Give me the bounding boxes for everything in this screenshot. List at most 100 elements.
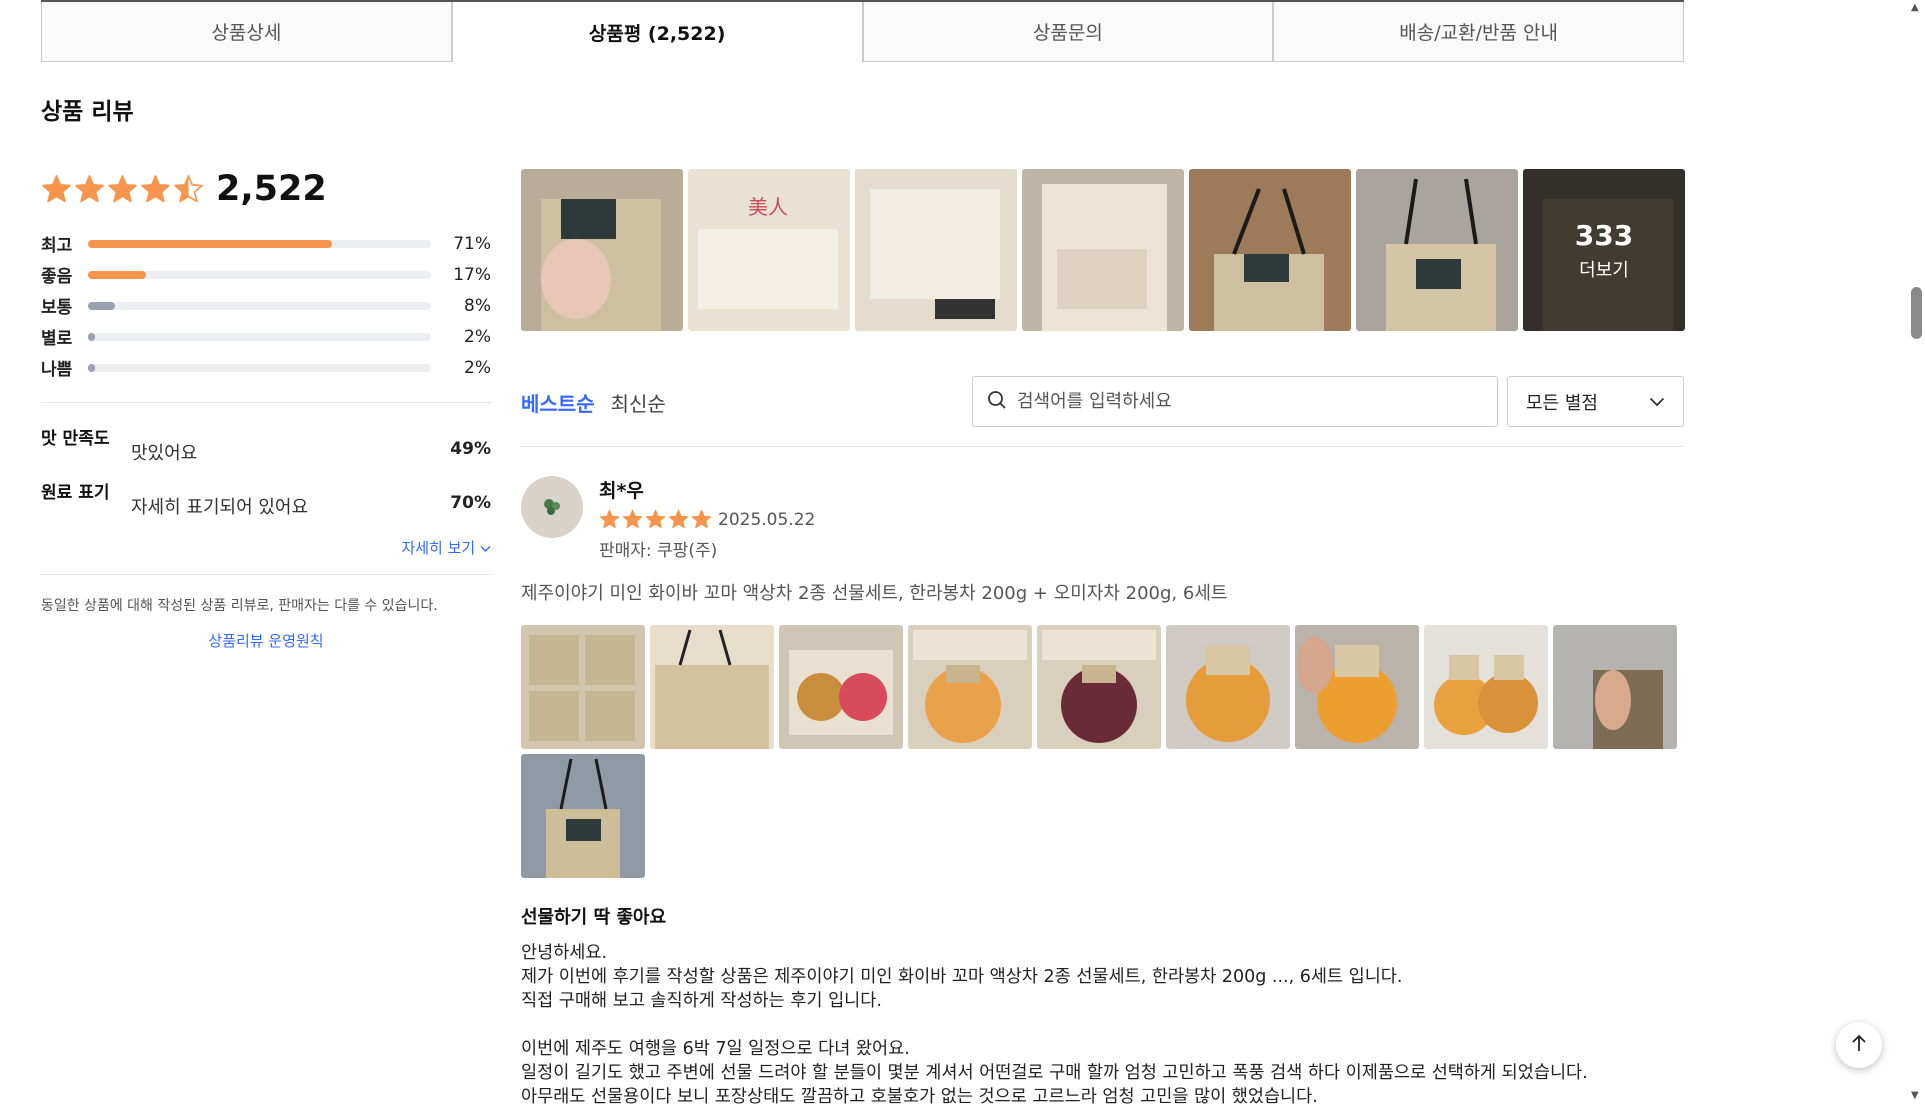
review-product-name: 제주이야기 미인 화이바 꼬마 액상차 2종 선물세트, 한라봉차 200g +…	[521, 583, 1228, 604]
star-icon	[645, 509, 666, 530]
dist-bar	[88, 270, 431, 279]
dist-percent: 17%	[453, 264, 491, 285]
attribute-percent: 49%	[450, 439, 491, 459]
scrollbar-thumb[interactable]	[1911, 287, 1922, 339]
review-photo-thumb[interactable]	[855, 169, 1017, 331]
review-photo-thumb[interactable]	[1356, 169, 1518, 331]
dist-label: 좋음	[41, 267, 73, 287]
review-photo[interactable]	[650, 625, 774, 749]
reviewer-header: 최*우 2025.05.22 판매자: 쿠팡(주)	[521, 476, 1684, 561]
tab-shipping-info[interactable]: 배송/교환/반품 안내	[1273, 2, 1684, 62]
attribute-value: 자세히 표기되어 있어요	[131, 497, 309, 518]
review-photo[interactable]	[1166, 625, 1290, 749]
dist-bar-fill	[88, 270, 147, 279]
tab-reviews[interactable]: 상품평 (2,522)	[451, 2, 863, 62]
review-photo[interactable]	[521, 754, 645, 878]
review-search-input[interactable]	[1017, 391, 1477, 412]
star-icon	[599, 509, 620, 530]
review-photo-thumb[interactable]: 美人	[688, 169, 850, 331]
review-photo[interactable]	[521, 625, 645, 749]
sort-options: 베스트순 최신순	[521, 388, 666, 417]
scroll-up-arrow-icon[interactable]: ▲	[1911, 2, 1919, 13]
dist-row-poor: 별로 2%	[41, 321, 491, 352]
dist-row-average: 보통 8%	[41, 290, 491, 321]
rating-filter-value: 모든 별점	[1526, 392, 1598, 414]
star-icon	[140, 174, 171, 205]
review-body-line: 안녕하세요.	[521, 943, 608, 963]
divider	[41, 574, 491, 575]
review-item: 최*우 2025.05.22 판매자: 쿠팡(주) 제주이야기 미인 화이바 꼬…	[521, 476, 1684, 1105]
star-icon	[668, 509, 689, 530]
sort-best[interactable]: 베스트순	[521, 388, 595, 417]
attribute-percent: 70%	[450, 493, 491, 513]
star-icon	[691, 509, 712, 530]
dist-row-good: 좋음 17%	[41, 259, 491, 290]
photo-more-count: 333	[1574, 218, 1634, 252]
seller-info: 판매자: 쿠팡(주)	[599, 541, 718, 561]
review-photo-thumb[interactable]	[521, 169, 683, 331]
sort-latest[interactable]: 최신순	[611, 388, 666, 417]
review-photo[interactable]	[779, 625, 903, 749]
rating-distribution: 최고 71% 좋음 17% 보통 8% 별로 2% 나쁨 2%	[41, 228, 491, 383]
dist-bar-fill	[88, 301, 116, 310]
dist-percent: 71%	[453, 233, 491, 254]
rating-overview: 2,522	[41, 165, 491, 213]
see-more-label: 자세히 보기	[401, 539, 476, 557]
review-body-line: 아무래도 선물용이다 보니 포장상태도 깔끔하고 호불호가 없는 것으로 고르느…	[521, 1087, 1318, 1105]
dist-label: 최고	[41, 236, 73, 256]
review-rating-stars	[599, 509, 712, 530]
star-icon	[41, 174, 72, 205]
dist-bar	[88, 301, 431, 310]
review-photo[interactable]	[1553, 625, 1677, 749]
see-more-link[interactable]: 자세히 보기	[41, 537, 491, 558]
review-date: 2025.05.22	[718, 509, 816, 530]
review-photo[interactable]	[1424, 625, 1548, 749]
dist-row-best: 최고 71%	[41, 228, 491, 259]
review-notice: 동일한 상품에 대해 작성된 상품 리뷰로, 판매자는 다를 수 있습니다.	[41, 598, 438, 614]
scroll-down-arrow-icon[interactable]: ▼	[1911, 1090, 1919, 1101]
review-headline: 선물하기 딱 좋아요	[521, 907, 667, 928]
review-photo-thumb[interactable]	[1189, 169, 1351, 331]
attribute-row-ingredients: 원료 표기 자세히 표기되어 있어요 70%	[41, 485, 491, 519]
star-icon	[173, 174, 204, 205]
review-body: 안녕하세요. 제가 이번에 후기를 작성할 상품은 제주이야기 미인 화이바 꼬…	[521, 941, 1684, 1105]
arrow-up-icon	[1851, 1034, 1867, 1056]
star-icon	[107, 174, 138, 205]
review-policy-link[interactable]: 상품리뷰 운영원칙	[41, 630, 491, 651]
page-scrollbar[interactable]	[1909, 0, 1925, 1105]
dist-label: 나쁨	[41, 360, 73, 380]
review-photo-more[interactable]: 333 더보기	[1523, 169, 1685, 331]
review-body-line	[521, 1013, 1684, 1037]
review-photo[interactable]	[908, 625, 1032, 749]
attribute-row-taste: 맛 만족도 맛있어요 49%	[41, 431, 491, 465]
divider	[521, 446, 1684, 447]
rating-filter-select[interactable]: 모든 별점	[1507, 376, 1684, 427]
dist-row-bad: 나쁨 2%	[41, 352, 491, 383]
review-total-count: 2,522	[216, 169, 327, 209]
star-icon	[622, 509, 643, 530]
star-icon	[74, 174, 105, 205]
dist-bar	[88, 332, 431, 341]
dist-bar-fill	[88, 332, 95, 341]
review-photo[interactable]	[1037, 625, 1161, 749]
review-search-box	[972, 376, 1498, 427]
attribute-name: 원료 표기	[41, 483, 110, 503]
scroll-to-top-button[interactable]	[1836, 1022, 1882, 1068]
dist-percent: 2%	[464, 326, 491, 347]
average-rating-stars	[41, 174, 204, 205]
review-photo[interactable]	[1295, 625, 1419, 749]
svg-text:美人: 美人	[748, 195, 788, 219]
tab-product-detail[interactable]: 상품상세	[41, 2, 452, 62]
review-body-line: 일정이 길기도 했고 주변에 선물 드려야 할 분들이 몇분 계셔서 어떤걸로 …	[521, 1063, 1588, 1083]
dist-bar	[88, 239, 431, 248]
tab-inquiry[interactable]: 상품문의	[862, 2, 1274, 62]
dist-label: 보통	[41, 298, 73, 318]
chevron-down-icon	[1649, 391, 1665, 412]
dist-bar	[88, 363, 431, 372]
review-photo-thumb[interactable]	[1022, 169, 1184, 331]
chevron-down-icon	[480, 539, 491, 557]
product-tabs: 상품상세 상품평 (2,522) 상품문의 배송/교환/반품 안내	[41, 0, 1684, 62]
attribute-name: 맛 만족도	[41, 429, 110, 449]
divider	[41, 402, 491, 403]
attribute-value: 맛있어요	[131, 443, 198, 464]
